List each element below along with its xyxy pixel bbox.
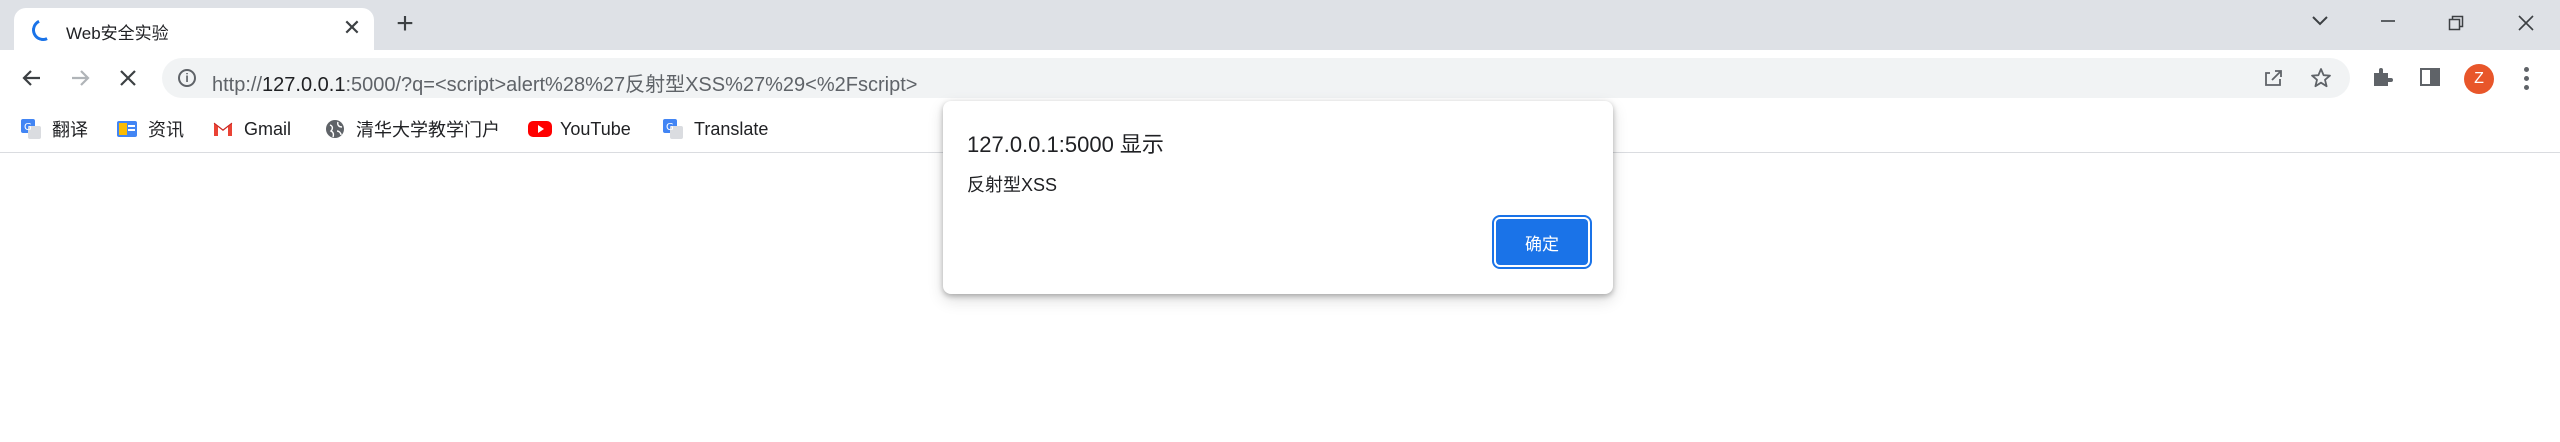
google-translate-icon: G xyxy=(20,118,42,140)
bookmark-tsinghua[interactable]: 清华大学教学门户 xyxy=(324,116,500,142)
bookmark-label: 清华大学教学门户 xyxy=(356,120,500,140)
bookmark-youtube[interactable]: YouTube xyxy=(528,116,631,142)
globe-icon xyxy=(324,118,346,140)
alert-dialog: 127.0.0.1:5000 显示 反射型XSS 确定 xyxy=(943,101,1613,294)
bookmark-translate[interactable]: G Translate xyxy=(662,116,768,142)
address-bar[interactable]: i http://127.0.0.1:5000/?q=<script>alert… xyxy=(162,58,2350,98)
back-arrow-icon[interactable] xyxy=(16,62,48,94)
url-path: :5000/?q=<script>alert%28%27反射型XSS%27%29… xyxy=(345,74,918,96)
bookmark-star-icon[interactable] xyxy=(2310,67,2332,89)
dialog-title: 127.0.0.1:5000 显示 xyxy=(967,132,1164,157)
tab-strip: Web安全实验 ✕ + xyxy=(0,0,2560,50)
bookmark-label: YouTube xyxy=(560,118,631,139)
google-translate-icon: G xyxy=(662,118,684,140)
tab-search-icon[interactable] xyxy=(2300,6,2340,40)
restore-icon[interactable] xyxy=(2436,6,2476,40)
bookmark-fanyi[interactable]: G 翻译 xyxy=(20,116,88,142)
loading-spinner-icon xyxy=(28,15,58,45)
site-info-icon[interactable]: i xyxy=(178,69,196,87)
side-panel-icon[interactable] xyxy=(2418,65,2444,91)
close-window-icon[interactable] xyxy=(2506,6,2546,40)
dialog-message: 反射型XSS xyxy=(967,175,1058,195)
bookmark-gmail[interactable]: Gmail xyxy=(212,116,291,142)
bookmark-label: 资讯 xyxy=(148,120,184,140)
youtube-icon xyxy=(528,118,552,140)
share-icon[interactable] xyxy=(2262,67,2284,89)
google-news-icon xyxy=(116,118,138,140)
svg-text:G: G xyxy=(666,122,674,133)
tab-close-icon[interactable]: ✕ xyxy=(340,16,364,40)
kebab-menu-icon[interactable] xyxy=(2518,64,2534,94)
bookmark-label: 翻译 xyxy=(52,120,88,140)
stop-loading-icon[interactable] xyxy=(112,62,144,94)
ok-button[interactable]: 确定 xyxy=(1496,219,1588,265)
gmail-icon xyxy=(212,118,234,140)
bookmark-zixun[interactable]: 资讯 xyxy=(116,116,184,142)
bookmark-label: Translate xyxy=(694,118,769,139)
svg-text:G: G xyxy=(24,122,32,133)
forward-arrow-icon[interactable] xyxy=(64,62,96,94)
bookmark-label: Gmail xyxy=(244,118,292,139)
tab-active[interactable]: Web安全实验 ✕ xyxy=(14,8,374,50)
new-tab-button[interactable]: + xyxy=(390,9,420,40)
minimize-icon[interactable] xyxy=(2368,6,2408,40)
url-host: 127.0.0.1 xyxy=(262,74,346,96)
profile-avatar[interactable]: Z xyxy=(2464,64,2494,94)
extensions-puzzle-icon[interactable] xyxy=(2370,65,2396,91)
toolbar: i http://127.0.0.1:5000/?q=<script>alert… xyxy=(0,50,2560,106)
url-prefix: http:// xyxy=(212,74,263,96)
url-text[interactable]: http://127.0.0.1:5000/?q=<script>alert%2… xyxy=(212,68,917,97)
tab-title: Web安全实验 xyxy=(66,24,169,43)
